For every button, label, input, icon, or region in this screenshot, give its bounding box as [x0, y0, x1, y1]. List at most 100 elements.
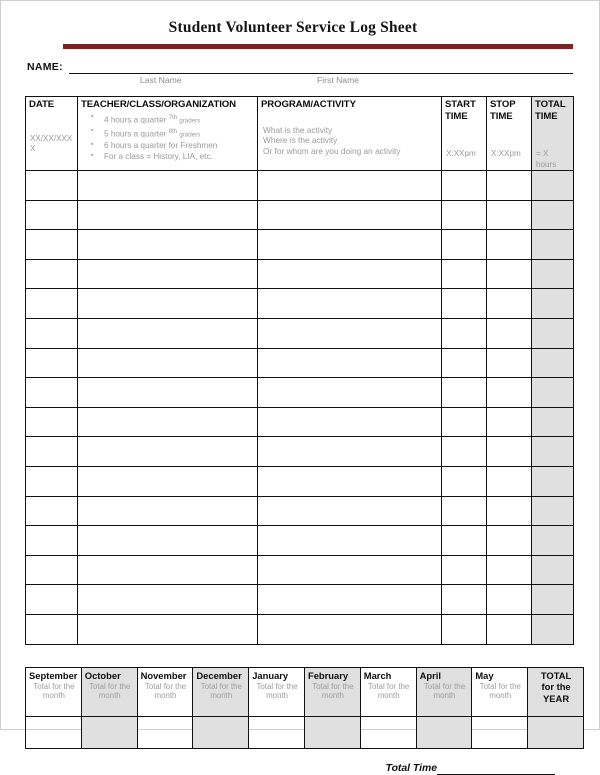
log-entry-cell[interactable] — [531, 317, 574, 349]
log-entry-cell[interactable] — [25, 613, 78, 645]
log-entry-cell[interactable] — [441, 317, 487, 349]
log-entry-cell[interactable] — [531, 613, 574, 645]
month-total-input-cell[interactable] — [136, 715, 194, 749]
log-entry-cell[interactable] — [77, 229, 258, 260]
log-entry-cell[interactable] — [486, 436, 532, 467]
log-entry-cell[interactable] — [531, 584, 574, 615]
month-total-input-cell[interactable] — [471, 715, 529, 749]
log-entry-cell[interactable] — [486, 406, 532, 438]
log-entry-cell[interactable] — [77, 613, 258, 645]
log-entry-cell[interactable] — [77, 554, 258, 586]
month-total-input-cell[interactable] — [359, 715, 417, 749]
month-total-input-cell[interactable] — [415, 715, 473, 749]
log-entry-cell[interactable] — [77, 347, 258, 379]
log-entry-cell[interactable] — [77, 465, 258, 497]
log-entry-cell[interactable] — [25, 554, 78, 586]
total-time-input-line[interactable] — [437, 763, 555, 775]
log-entry-cell[interactable] — [441, 229, 487, 260]
log-entry-cell[interactable] — [531, 525, 574, 556]
log-entry-cell[interactable] — [25, 495, 78, 527]
log-entry-cell[interactable] — [441, 495, 487, 527]
log-entry-cell[interactable] — [441, 377, 487, 408]
log-entry-cell[interactable] — [25, 288, 78, 319]
log-entry-cell[interactable] — [25, 584, 78, 615]
log-entry-cell[interactable] — [531, 347, 574, 379]
log-entry-cell[interactable] — [257, 406, 442, 438]
log-entry-cell[interactable] — [77, 317, 258, 349]
log-entry-cell[interactable] — [441, 199, 487, 231]
log-entry-cell[interactable] — [486, 229, 532, 260]
log-entry-cell[interactable] — [257, 613, 442, 645]
log-entry-cell[interactable] — [25, 525, 78, 556]
log-entry-cell[interactable] — [486, 613, 532, 645]
log-entry-cell[interactable] — [486, 288, 532, 319]
log-entry-cell[interactable] — [531, 436, 574, 467]
log-entry-cell[interactable] — [531, 377, 574, 408]
log-entry-cell[interactable] — [441, 288, 487, 319]
log-entry-cell[interactable] — [257, 347, 442, 379]
log-entry-cell[interactable] — [531, 406, 574, 438]
month-total-input-cell[interactable] — [80, 715, 138, 749]
log-entry-cell[interactable] — [531, 199, 574, 231]
month-total-input-cell[interactable] — [303, 715, 361, 749]
log-entry-cell[interactable] — [77, 377, 258, 408]
log-entry-cell[interactable] — [531, 495, 574, 527]
log-entry-cell[interactable] — [257, 495, 442, 527]
log-entry-cell[interactable] — [257, 317, 442, 349]
log-entry-cell[interactable] — [25, 199, 78, 231]
log-entry-cell[interactable] — [441, 554, 487, 586]
log-entry-cell[interactable] — [257, 584, 442, 615]
month-total-input-cell[interactable] — [248, 715, 305, 749]
log-entry-cell[interactable] — [257, 436, 442, 467]
log-entry-cell[interactable] — [77, 495, 258, 527]
log-entry-cell[interactable] — [257, 377, 442, 408]
log-entry-cell[interactable] — [486, 584, 532, 615]
log-entry-cell[interactable] — [441, 170, 487, 201]
log-entry-cell[interactable] — [486, 525, 532, 556]
log-entry-cell[interactable] — [486, 465, 532, 497]
log-entry-cell[interactable] — [486, 554, 532, 586]
log-entry-cell[interactable] — [441, 436, 487, 467]
log-entry-cell[interactable] — [531, 554, 574, 586]
log-entry-cell[interactable] — [257, 288, 442, 319]
log-entry-cell[interactable] — [441, 406, 487, 438]
log-entry-cell[interactable] — [25, 406, 78, 438]
log-entry-cell[interactable] — [531, 229, 574, 260]
month-total-input-cell[interactable] — [25, 715, 82, 749]
log-entry-cell[interactable] — [441, 465, 487, 497]
log-entry-cell[interactable] — [257, 554, 442, 586]
name-input-line[interactable] — [68, 61, 573, 74]
log-entry-cell[interactable] — [531, 288, 574, 319]
log-entry-cell[interactable] — [77, 436, 258, 467]
log-entry-cell[interactable] — [531, 170, 574, 201]
log-entry-cell[interactable] — [486, 170, 532, 201]
log-entry-cell[interactable] — [77, 170, 258, 201]
log-entry-cell[interactable] — [486, 495, 532, 527]
log-entry-cell[interactable] — [531, 258, 574, 290]
log-entry-cell[interactable] — [77, 288, 258, 319]
log-entry-cell[interactable] — [25, 317, 78, 349]
log-entry-cell[interactable] — [257, 525, 442, 556]
log-entry-cell[interactable] — [486, 199, 532, 231]
log-entry-cell[interactable] — [25, 377, 78, 408]
log-entry-cell[interactable] — [77, 199, 258, 231]
log-entry-cell[interactable] — [77, 258, 258, 290]
log-entry-cell[interactable] — [25, 258, 78, 290]
log-entry-cell[interactable] — [486, 377, 532, 408]
log-entry-cell[interactable] — [441, 347, 487, 379]
log-entry-cell[interactable] — [25, 229, 78, 260]
log-entry-cell[interactable] — [441, 613, 487, 645]
log-entry-cell[interactable] — [25, 347, 78, 379]
log-entry-cell[interactable] — [77, 406, 258, 438]
log-entry-cell[interactable] — [77, 525, 258, 556]
log-entry-cell[interactable] — [441, 584, 487, 615]
log-entry-cell[interactable] — [486, 258, 532, 290]
log-entry-cell[interactable] — [77, 584, 258, 615]
log-entry-cell[interactable] — [257, 465, 442, 497]
log-entry-cell[interactable] — [441, 525, 487, 556]
log-entry-cell[interactable] — [25, 436, 78, 467]
log-entry-cell[interactable] — [531, 465, 574, 497]
month-total-input-cell[interactable] — [192, 715, 250, 749]
log-entry-cell[interactable] — [25, 465, 78, 497]
log-entry-cell[interactable] — [486, 347, 532, 379]
